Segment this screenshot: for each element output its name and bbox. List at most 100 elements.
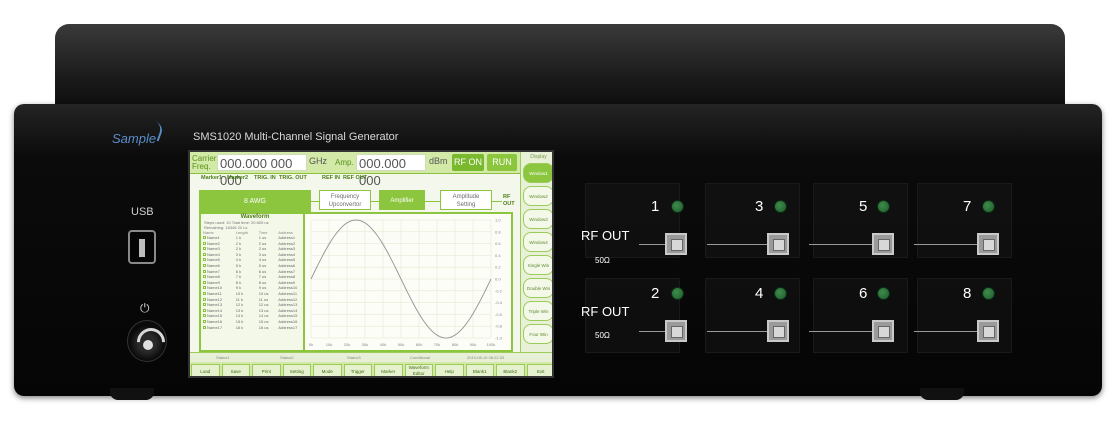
row-checkbox[interactable] [203,308,206,312]
y-tick-label: 0.6 [495,241,501,246]
waveform-name: Name7 [207,268,220,274]
row-checkbox[interactable] [203,286,206,290]
waveform-name: Name11 [207,290,222,296]
amp-unit-select[interactable]: dBm [429,156,448,166]
chain-arrow-3 [425,201,440,202]
freq-unit-select[interactable]: GHz [309,156,327,166]
waveform-name: Name9 [207,279,220,285]
row-checkbox[interactable] [203,269,206,273]
waveform-table-row[interactable]: Name17 16 k 16 us Address17 [201,325,309,331]
channel-number-4: 4 [755,285,764,302]
rf-line-top-1 [639,244,665,245]
x-tick-label: 90k [470,342,476,347]
softkey-save[interactable]: Save [221,364,250,376]
row-checkbox[interactable] [203,314,206,318]
row-checkbox[interactable] [203,275,206,279]
power-button[interactable] [127,320,167,362]
marker2-label: Marker2 [227,175,249,181]
rf-connector-1[interactable] [665,233,687,255]
row-checkbox[interactable] [203,258,206,262]
chain-arrow-2 [371,201,379,202]
softkey-trigger[interactable]: Trigger [343,364,372,376]
x-tick-label: 50k [398,342,404,347]
waveform-name: Name4 [207,251,220,257]
channel-6-led-icon [877,287,890,300]
channel-number-1: 1 [651,198,660,215]
waveform-plot-svg: 0k 10k 20k 30k 40k 50k 60k 70k 80k 90k 100k 1.0 0.8 0… [309,218,503,348]
rf-connector-5[interactable] [872,233,894,255]
y-tick-label: 1.0 [495,218,501,223]
waveform-name: Name6 [207,262,220,268]
row-checkbox[interactable] [203,241,206,245]
usb-port[interactable] [128,230,156,264]
softkey-load[interactable]: Load [191,364,220,376]
awg-block[interactable]: 8 AWG [199,190,311,212]
amplifier-block[interactable]: Amplifier [379,190,425,210]
row-checkbox[interactable] [203,297,206,301]
row-checkbox[interactable] [203,263,206,267]
carrier-freq-input[interactable]: 000.000 000 000 [217,154,307,188]
rf-connector-8[interactable] [977,320,999,342]
amplitude-input[interactable]: 000.000 000 [356,154,426,188]
trig-in-label: TRIG. IN [254,175,276,181]
row-checkbox[interactable] [203,291,206,295]
x-tick-label: 70k [434,342,440,347]
softkey-blank1[interactable]: Blank1 [465,364,494,376]
model-title: SMS1020 Multi-Channel Signal Generator [193,131,399,143]
waveform-name: Name5 [207,257,220,263]
channel-4-led-icon [774,287,787,300]
channel-number-8: 8 [963,285,972,302]
waveform-name: Name17 [207,324,223,330]
rf-connector-7[interactable] [977,233,999,255]
waveform-name: Name1 [207,235,220,240]
signal-generator-device: Sample SMS1020 Multi-Channel Signal Gene… [0,0,1115,427]
rf-out-chain-label: RF OUT [503,194,515,207]
softkey-waveform-editor[interactable]: Waveform Editor [404,364,433,376]
sidebar-window1-button[interactable]: Window1 [523,163,552,183]
rf-on-button[interactable]: RF ON [452,154,484,171]
rf-out-label-bottom: RF OUT [581,304,630,319]
status-cell-3: Status3 [347,355,361,360]
rf-connector-4[interactable] [767,320,789,342]
sidebar-title: Display [530,154,547,160]
waveform-name: Name8 [207,274,220,280]
sidebar-window3-button[interactable]: Window3 [523,209,552,229]
sidebar-single-win-button[interactable]: Single Win [523,255,552,275]
waveform-name: Name15 [207,313,223,319]
status-cell-4: Conditional [410,355,431,360]
chain-arrow-1 [311,201,319,202]
touch-screen[interactable]: Carrier Freq. 000.000 000 000 GHz Amp. 0… [188,150,554,378]
waveform-table: Name Length Time Address Name1 1 k1 us Addres… [201,230,309,330]
softkey-blank2[interactable]: Blank2 [496,364,525,376]
softkey-setting[interactable]: Setting [282,364,311,376]
x-tick-label: 0k [309,342,313,347]
row-checkbox[interactable] [203,319,206,323]
row-checkbox[interactable] [203,303,206,307]
row-checkbox[interactable] [203,280,206,284]
marker1-label: Marker1 [201,175,223,181]
chain-arrow-4 [492,201,502,202]
rf-connector-2[interactable] [665,320,687,342]
sidebar-window2-button[interactable]: Window2 [523,186,552,206]
upconverter-block[interactable]: Frequency Upconvertor [319,190,371,210]
run-button[interactable]: RUN [487,154,517,171]
softkey-mode[interactable]: Mode [313,364,342,376]
sidebar-window4-button[interactable]: Window4 [523,232,552,252]
sidebar-double-win-button[interactable]: Double Win [523,278,552,298]
row-checkbox[interactable] [203,252,206,256]
row-checkbox[interactable] [203,236,206,239]
row-checkbox[interactable] [203,325,206,329]
softkey-help[interactable]: Help [435,364,464,376]
top-parameter-bar: Carrier Freq. 000.000 000 000 GHz Amp. 0… [190,152,520,188]
row-checkbox[interactable] [203,247,206,251]
amplitude-setting-block[interactable]: Amplitude Setting [440,190,492,210]
softkey-marker[interactable]: Marker [374,364,403,376]
sidebar-four-win-button[interactable]: Four Win [523,324,552,344]
softkey-exit[interactable]: Exit [526,364,552,376]
rf-connector-3[interactable] [767,233,789,255]
x-tick-label: 100k [487,342,496,347]
softkey-print[interactable]: Print [252,364,281,376]
rf-connector-6[interactable] [872,320,894,342]
impedance-label-bottom: 50Ω [595,331,610,340]
sidebar-triple-win-button[interactable]: Triple Win [523,301,552,321]
